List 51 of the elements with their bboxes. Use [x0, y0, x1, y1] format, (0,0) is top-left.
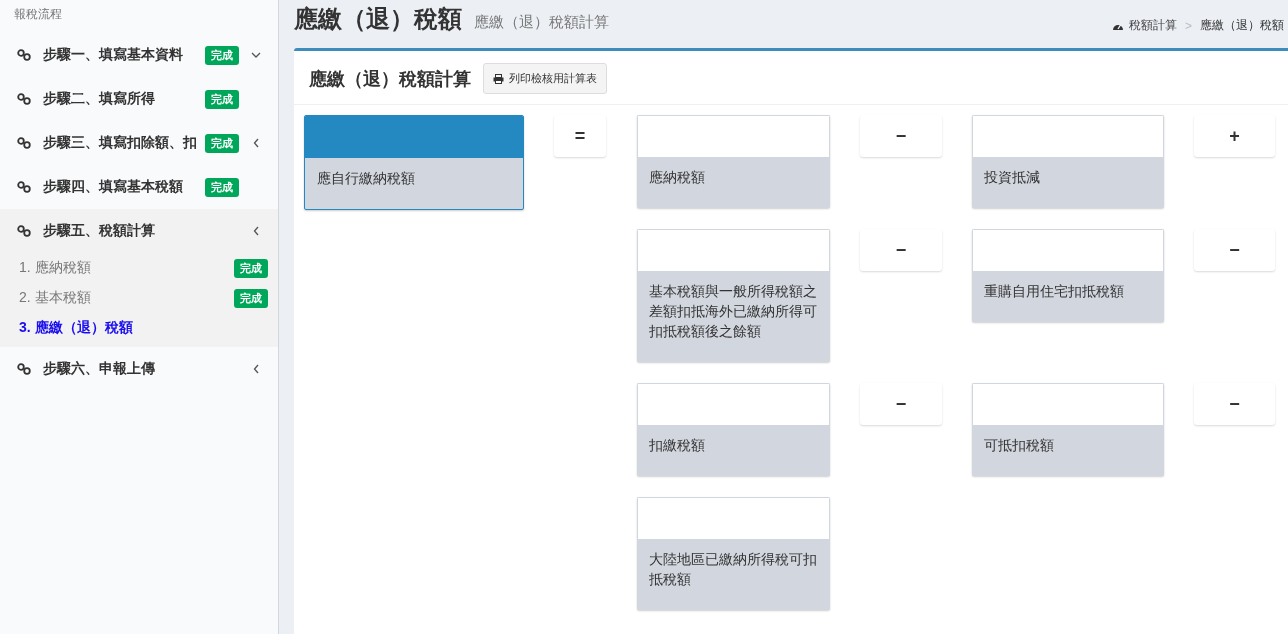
sidebar-step[interactable]: 步驟三、填寫扣除額、扣 完成: [0, 121, 278, 165]
operator-sign: −: [1194, 229, 1275, 271]
breadcrumb-link[interactable]: 稅額計算: [1129, 17, 1177, 34]
status-badge: 完成: [205, 89, 239, 109]
sidebar-step[interactable]: 步驟五、稅額計算: [0, 209, 278, 253]
card-label: 大陸地區已繳納所得稅可扣抵稅額: [648, 550, 818, 589]
card-label: 應自行繳納稅額: [316, 169, 416, 188]
card-label: 投資抵減: [983, 168, 1041, 187]
card-label: 扣繳稅額: [648, 436, 706, 455]
sidebar-subitem[interactable]: 1. 應納稅額 完成: [0, 253, 278, 283]
operator-sign: −: [1194, 383, 1275, 425]
link-icon: [17, 137, 31, 149]
sidebar-title: 報稅流程: [13, 6, 63, 23]
step-label: 步驟五、稅額計算: [43, 222, 156, 240]
status-badge: 完成: [205, 177, 239, 197]
link-icon: [17, 93, 31, 105]
status-badge: 完成: [234, 288, 268, 308]
status-badge: 完成: [205, 133, 239, 153]
sidebar-step[interactable]: 步驟二、填寫所得 完成: [0, 77, 278, 121]
breadcrumb-separator: >: [1185, 18, 1192, 33]
link-icon: [17, 225, 31, 237]
operator-sign: =: [554, 115, 606, 157]
sidebar-step[interactable]: 步驟六、申報上傳: [0, 347, 278, 391]
printer-icon: [493, 73, 504, 84]
print-button[interactable]: 列印檢核用計算表: [483, 63, 607, 94]
breadcrumb-current: 應繳（退）稅額: [1200, 17, 1284, 34]
card-label: 基本稅額與一般所得稅額之差額扣抵海外已繳納所得可扣抵稅額後之餘額: [648, 282, 818, 341]
operator-sign: −: [860, 229, 942, 271]
operator-sign: −: [860, 115, 942, 157]
card-label: 可抵扣稅額: [983, 436, 1055, 455]
card-label: 應納稅額: [648, 168, 706, 187]
link-icon: [17, 49, 31, 61]
card-label: 重購自用住宅扣抵稅額: [983, 282, 1125, 301]
status-badge: 完成: [234, 258, 268, 278]
step-label: 步驟一、填寫基本資料: [43, 46, 184, 64]
link-icon: [17, 363, 31, 375]
sidebar-subitem[interactable]: 3. 應繳（退）稅額: [0, 313, 278, 343]
status-badge: 完成: [205, 45, 239, 65]
step-label: 步驟四、填寫基本稅額: [43, 178, 184, 196]
panel-title: 應繳（退）稅額計算: [309, 67, 471, 91]
sidebar-step[interactable]: 步驟四、填寫基本稅額 完成: [0, 165, 278, 209]
step-label: 步驟三、填寫扣除額、扣: [43, 134, 198, 152]
sidebar-subitem[interactable]: 2. 基本稅額 完成: [0, 283, 278, 313]
operator-sign: −: [860, 383, 942, 425]
sidebar-step[interactable]: 步驟一、填寫基本資料 完成: [0, 33, 278, 77]
step-label: 步驟二、填寫所得: [43, 90, 156, 108]
link-icon: [17, 181, 31, 193]
operator-sign: +: [1194, 115, 1275, 157]
page-subtitle: 應繳（退）稅額計算: [474, 13, 609, 32]
step-label: 步驟六、申報上傳: [43, 360, 156, 378]
page-title: 應繳（退）稅額: [294, 4, 462, 34]
